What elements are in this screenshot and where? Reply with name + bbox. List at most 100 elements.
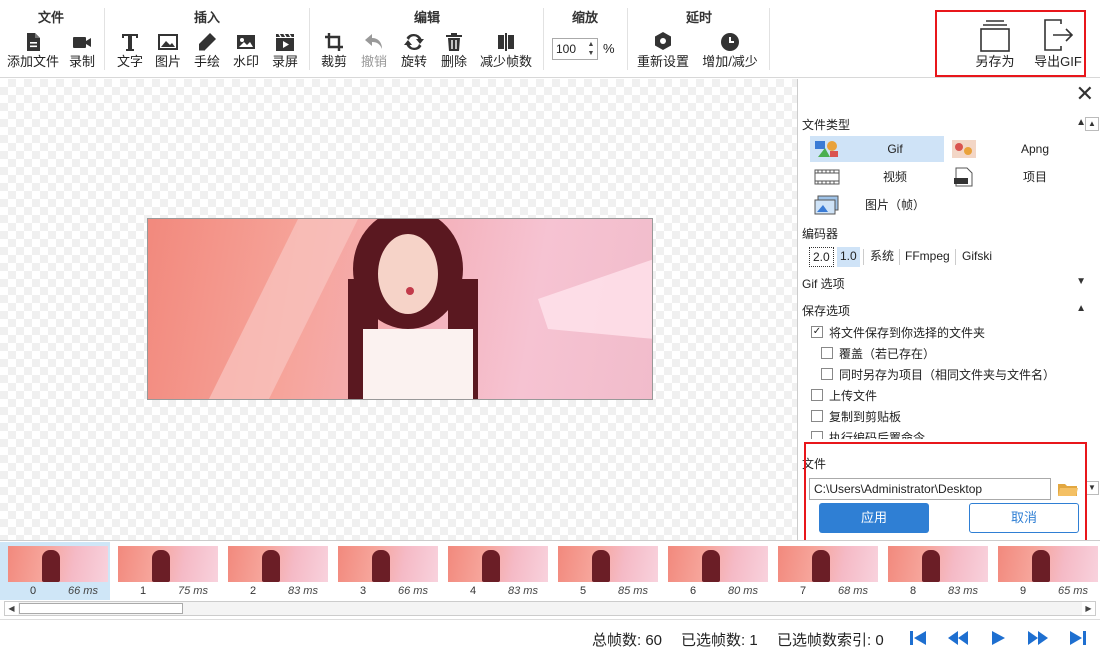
add-file-button[interactable]: 添加文件 bbox=[2, 30, 64, 74]
highlight-frame-actions bbox=[804, 442, 1087, 543]
editor-canvas[interactable] bbox=[0, 79, 798, 540]
timeline-scrollbar[interactable]: ◀ ▶ bbox=[4, 601, 1096, 616]
encoder-option[interactable]: Gifski bbox=[959, 247, 995, 267]
group-delay-title: 延时 bbox=[685, 10, 712, 25]
frame-thumbnail[interactable]: 9 65 ms bbox=[990, 542, 1100, 600]
frame-thumbnail[interactable]: 8 83 ms bbox=[880, 542, 990, 600]
separator bbox=[899, 249, 900, 265]
file-type-project[interactable]: 项目 bbox=[947, 164, 1087, 190]
frame-thumbnail[interactable]: 2 83 ms bbox=[220, 542, 330, 600]
zoom-input[interactable]: 100 ▲ ▼ bbox=[552, 38, 598, 60]
frame-index: 6 bbox=[690, 585, 697, 597]
checkbox-box bbox=[811, 389, 823, 401]
frame-thumbnail[interactable]: 0 66 ms bbox=[0, 542, 110, 600]
record-button[interactable]: 录制 bbox=[64, 30, 100, 74]
group-edit-title: 编辑 bbox=[413, 10, 440, 25]
upload-label: 上传文件 bbox=[829, 389, 878, 403]
frame-thumbnail[interactable]: 4 83 ms bbox=[440, 542, 550, 600]
post-command-label: 执行编码后置命令 bbox=[829, 431, 926, 439]
chevron-down-icon[interactable]: ▼ bbox=[1076, 276, 1086, 287]
freehand-button[interactable]: 手绘 bbox=[189, 30, 225, 74]
scrollbar-thumb[interactable] bbox=[19, 603, 183, 614]
watermark-button[interactable]: 水印 bbox=[228, 30, 264, 74]
undo-label: 撤销 bbox=[360, 54, 387, 69]
file-type-gif[interactable]: Gif bbox=[810, 136, 944, 162]
rotate-button[interactable]: 旋转 bbox=[396, 30, 432, 74]
add-file-label: 添加文件 bbox=[6, 54, 59, 69]
file-type-images[interactable]: 图片（帧） bbox=[810, 192, 944, 218]
frame-index: 9 bbox=[1020, 585, 1027, 597]
separator bbox=[863, 249, 864, 265]
selected-frame-index: 已选帧数索引: 0 bbox=[777, 632, 884, 649]
play-icon[interactable] bbox=[986, 628, 1010, 648]
copy-clipboard-label: 复制到剪贴板 bbox=[829, 410, 902, 424]
file-type-apng[interactable]: Apng bbox=[947, 136, 1087, 162]
scroll-right-arrow[interactable]: ▶ bbox=[1082, 602, 1095, 615]
checkbox-box bbox=[811, 410, 823, 422]
reduce-frames-button[interactable]: 减少帧数 bbox=[476, 30, 536, 74]
save-to-folder-label: 将文件保存到你选择的文件夹 bbox=[829, 326, 986, 340]
encoder-option[interactable]: 2.0 bbox=[809, 247, 834, 267]
scroll-down-arrow[interactable]: ▼ bbox=[1085, 481, 1099, 495]
image-button[interactable]: 图片 bbox=[150, 30, 186, 74]
crop-label: 裁剪 bbox=[320, 54, 347, 69]
screen-record-label: 录屏 bbox=[271, 54, 298, 69]
frame-delay: 83 ms bbox=[288, 585, 318, 597]
frame-thumbnail[interactable]: 6 80 ms bbox=[660, 542, 770, 600]
clipped-row: 执行编码后置命令 bbox=[799, 427, 1085, 439]
scroll-left-arrow[interactable]: ◀ bbox=[5, 602, 18, 615]
close-icon[interactable]: ✕ bbox=[1076, 83, 1094, 105]
clock-icon bbox=[721, 33, 739, 51]
file-type-video[interactable]: 视频 bbox=[810, 164, 944, 190]
frame-thumbnail-image bbox=[558, 546, 658, 582]
freehand-label: 手绘 bbox=[193, 54, 220, 69]
encoder-heading: 编码器 bbox=[802, 227, 839, 241]
separator bbox=[104, 8, 105, 70]
first-frame-icon[interactable] bbox=[906, 628, 930, 648]
reduce-frames-label: 减少帧数 bbox=[479, 54, 532, 69]
file-type-heading: 文件类型 bbox=[802, 118, 851, 132]
frame-thumbnail-image bbox=[8, 546, 108, 582]
delete-button[interactable]: 删除 bbox=[436, 30, 472, 74]
group-zoom-title: 缩放 bbox=[571, 10, 598, 25]
frame-thumbnail-image bbox=[888, 546, 988, 582]
checkbox-box bbox=[821, 347, 833, 359]
gif-options-heading[interactable]: Gif 选项 bbox=[802, 275, 845, 292]
encoder-option[interactable]: 系统 bbox=[867, 247, 897, 267]
frame-thumbnail[interactable]: 7 68 ms bbox=[770, 542, 880, 600]
frame-thumbnail-image bbox=[448, 546, 548, 582]
undo-button[interactable]: 撤销 bbox=[356, 30, 392, 74]
next-frame-icon[interactable] bbox=[1026, 628, 1050, 648]
frame-index: 7 bbox=[800, 585, 807, 597]
separator bbox=[309, 8, 310, 70]
zoom-spinner[interactable]: ▲ ▼ bbox=[586, 40, 596, 58]
pencil-icon bbox=[199, 33, 216, 51]
frame-delay: 80 ms bbox=[728, 585, 758, 597]
frame-thumbnail-image bbox=[228, 546, 328, 582]
frame-thumbnail[interactable]: 3 66 ms bbox=[330, 542, 440, 600]
text-button[interactable]: 文字 bbox=[112, 30, 148, 74]
group-file-title: 文件 bbox=[37, 10, 64, 25]
gif-icon bbox=[815, 141, 838, 157]
check-icon: ✓ bbox=[811, 326, 823, 338]
reset-delay-button[interactable]: 重新设置 bbox=[633, 30, 693, 74]
frame-delay: 85 ms bbox=[618, 585, 648, 597]
encoder-option[interactable]: 1.0 bbox=[837, 247, 860, 267]
last-frame-icon[interactable] bbox=[1066, 628, 1090, 648]
encoder-option[interactable]: FFmpeg bbox=[902, 247, 953, 267]
overwrite-label: 覆盖（若已存在） bbox=[839, 347, 936, 361]
record-label: 录制 bbox=[68, 54, 95, 69]
frame-timeline: 0 66 ms 1 75 ms 2 83 ms 3 66 ms 4 83 ms 5 85 ms 6 80 … bbox=[0, 540, 1100, 618]
scroll-up-arrow[interactable]: ▲ bbox=[1085, 117, 1099, 131]
frame-thumbnail[interactable]: 5 85 ms bbox=[550, 542, 660, 600]
frame-thumbnail[interactable]: 1 75 ms bbox=[110, 542, 220, 600]
screen-record-button[interactable]: 录屏 bbox=[267, 30, 303, 74]
crop-button[interactable]: 裁剪 bbox=[316, 30, 352, 74]
text-label: 文字 bbox=[116, 54, 143, 69]
previous-frame-icon[interactable] bbox=[946, 628, 970, 648]
frame-preview-image bbox=[147, 218, 653, 400]
chevron-up-icon[interactable]: ▲ bbox=[1076, 303, 1086, 314]
adjust-delay-button[interactable]: 增加/减少 bbox=[697, 30, 763, 74]
reset-delay-label: 重新设置 bbox=[636, 54, 689, 69]
reduce-frames-icon bbox=[498, 33, 514, 51]
